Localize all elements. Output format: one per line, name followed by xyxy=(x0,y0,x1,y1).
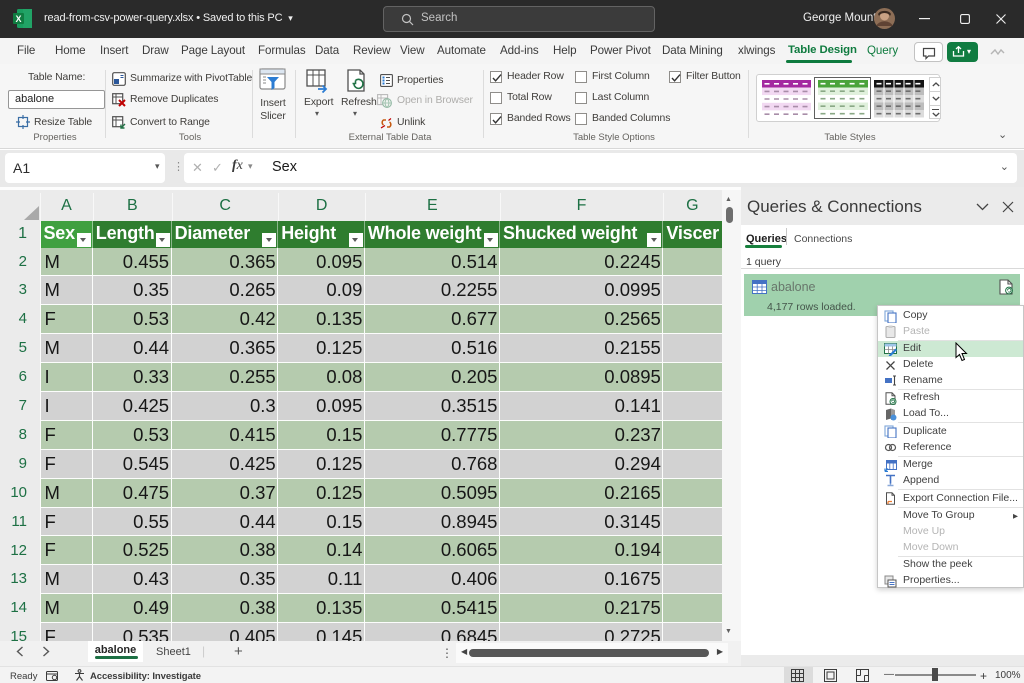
svg-text:X: X xyxy=(15,14,21,24)
